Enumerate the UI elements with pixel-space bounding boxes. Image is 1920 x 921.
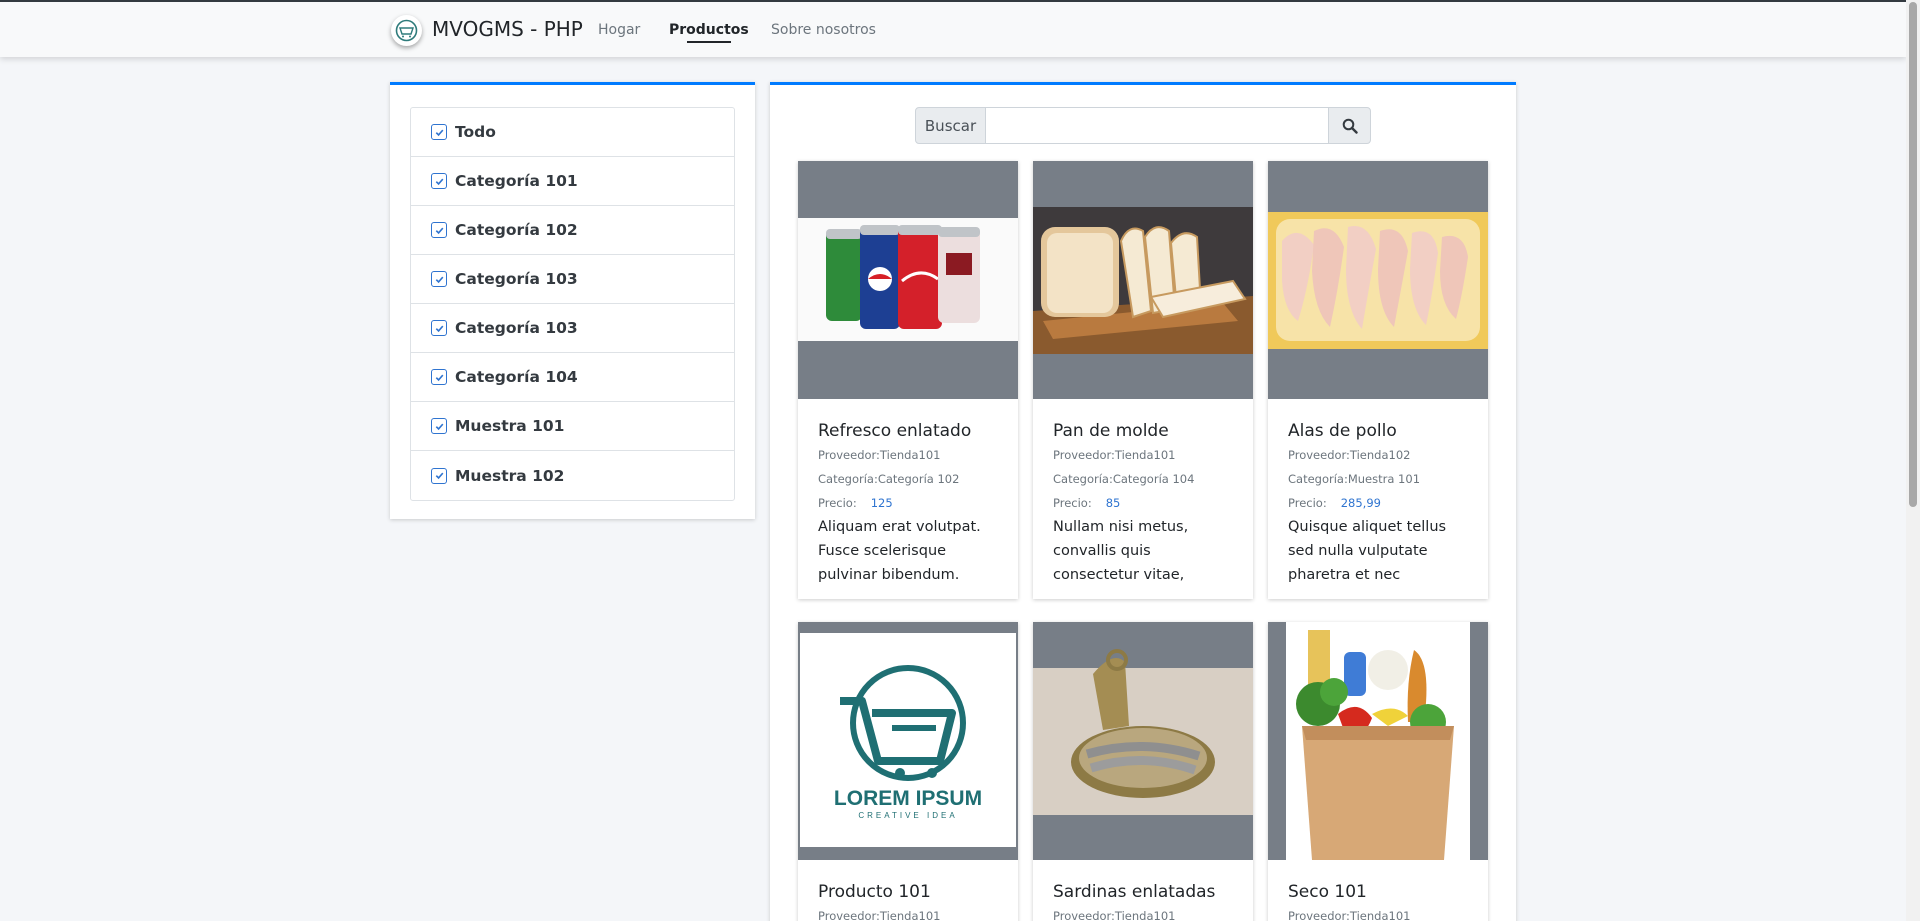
product-name: Producto 101 [818, 882, 931, 902]
checkbox-checked-icon[interactable] [431, 271, 447, 287]
nav-link-productos[interactable]: Productos [669, 22, 749, 43]
checkbox-checked-icon[interactable] [431, 222, 447, 238]
category-label: Categoría 101 [455, 172, 578, 190]
checkbox-checked-icon[interactable] [431, 467, 447, 484]
product-card[interactable]: LOREM IPSUM CREATIVE IDEA Producto 101 P… [798, 622, 1018, 921]
product-price-row: Precio: 125 [818, 491, 998, 515]
product-image-bread [1033, 161, 1253, 399]
checkbox-checked-icon[interactable] [431, 320, 447, 336]
category-label: Categoría 103 [455, 270, 578, 288]
product-name: Pan de molde [1053, 421, 1169, 441]
product-card[interactable]: Pan de molde Proveedor:Tienda101 Categor… [1033, 161, 1253, 599]
nav-link-sobre-nosotros[interactable]: Sobre nosotros [771, 22, 876, 38]
category-item[interactable]: Categoría 104 [411, 353, 734, 402]
category-item[interactable]: Categoría 101 [411, 157, 734, 206]
category-label: Categoría 103 [455, 319, 578, 337]
product-description: Quisque aliquet tellus sed nulla vulputa… [1288, 519, 1447, 583]
price-label: Precio: [818, 496, 857, 510]
product-description: Aliquam erat volutpat. Fusce scelerisque… [818, 519, 981, 583]
product-name: Alas de pollo [1288, 421, 1397, 441]
checkbox-checked-icon[interactable] [431, 124, 447, 140]
category-item[interactable]: Categoría 103 [411, 255, 734, 304]
product-name: Sardinas enlatadas [1053, 882, 1216, 902]
product-price-row: Precio: 285,99 [1288, 491, 1468, 515]
product-price-row: Precio: 85 [1053, 491, 1233, 515]
product-supplier: Proveedor:Tienda101 [1053, 448, 1176, 462]
category-item-todo[interactable]: Todo [411, 108, 734, 157]
product-image-sardines [1033, 622, 1253, 860]
page-scrollbar[interactable] [1906, 0, 1920, 921]
search-icon [1342, 118, 1358, 134]
price-label: Precio: [1053, 496, 1092, 510]
product-image-logo: LOREM IPSUM CREATIVE IDEA [798, 622, 1018, 860]
category-item[interactable]: Muestra 102 [411, 451, 734, 500]
product-supplier: Proveedor:Tienda101 [818, 909, 941, 921]
product-name: Seco 101 [1288, 882, 1367, 902]
category-label: Muestra 102 [455, 466, 565, 485]
product-image-soda-cans [798, 161, 1018, 399]
search-label: Buscar [915, 107, 986, 144]
product-image-grocery-bag [1268, 622, 1488, 860]
product-category: Categoría:Categoría 102 [818, 472, 960, 486]
product-card[interactable]: Sardinas enlatadas Proveedor:Tienda101 [1033, 622, 1253, 921]
price-value: 85 [1105, 496, 1121, 510]
search-input[interactable] [986, 107, 1328, 144]
checkbox-checked-icon[interactable] [431, 418, 447, 434]
logo-image-frame: LOREM IPSUM CREATIVE IDEA [800, 633, 1016, 847]
price-value: 285,99 [1340, 496, 1381, 510]
product-supplier: Proveedor:Tienda101 [818, 448, 941, 462]
product-description: Nullam nisi metus, convallis quis consec… [1053, 519, 1189, 583]
category-item[interactable]: Categoría 102 [411, 206, 734, 255]
search-button[interactable] [1328, 107, 1371, 144]
price-label: Precio: [1288, 496, 1327, 510]
category-item[interactable]: Muestra 101 [411, 402, 734, 451]
nav-link-hogar[interactable]: Hogar [598, 22, 640, 38]
category-label: Todo [455, 123, 496, 141]
search-bar: Buscar [915, 107, 1371, 144]
logo-subtext: CREATIVE IDEA [858, 811, 958, 820]
brand-name[interactable]: MVOGMS - PHP [432, 17, 583, 41]
checkbox-checked-icon[interactable] [431, 173, 447, 189]
category-item[interactable]: Categoría 103 [411, 304, 734, 353]
category-filter-panel: Todo Categoría 101 Categoría 102 Categor… [390, 82, 755, 519]
logo-text: LOREM IPSUM [833, 787, 983, 810]
product-image-chicken-wings [1268, 161, 1488, 399]
product-card[interactable]: Seco 101 Proveedor:Tienda101 [1268, 622, 1488, 921]
product-name: Refresco enlatado [818, 421, 972, 441]
scrollbar-thumb[interactable] [1909, 2, 1917, 507]
product-category: Categoría:Muestra 101 [1288, 472, 1421, 486]
product-supplier: Proveedor:Tienda102 [1288, 448, 1411, 462]
brand-logo[interactable] [391, 15, 422, 46]
navbar: MVOGMS - PHP Hogar Productos Sobre nosot… [0, 0, 1906, 57]
category-label: Categoría 102 [455, 221, 578, 239]
product-panel: Buscar Refresco enlatado Proveedor:Tiend… [770, 82, 1516, 921]
checkbox-checked-icon[interactable] [431, 369, 447, 385]
product-card[interactable]: Refresco enlatado Proveedor:Tienda101 Ca… [798, 161, 1018, 599]
product-supplier: Proveedor:Tienda101 [1288, 909, 1411, 921]
product-supplier: Proveedor:Tienda101 [1053, 909, 1176, 921]
category-label: Muestra 101 [455, 417, 565, 435]
product-category: Categoría:Categoría 104 [1053, 472, 1195, 486]
product-card[interactable]: Alas de pollo Proveedor:Tienda102 Catego… [1268, 161, 1488, 599]
price-value: 125 [870, 496, 893, 510]
category-label: Categoría 104 [455, 368, 578, 386]
category-list: Todo Categoría 101 Categoría 102 Categor… [410, 107, 735, 501]
